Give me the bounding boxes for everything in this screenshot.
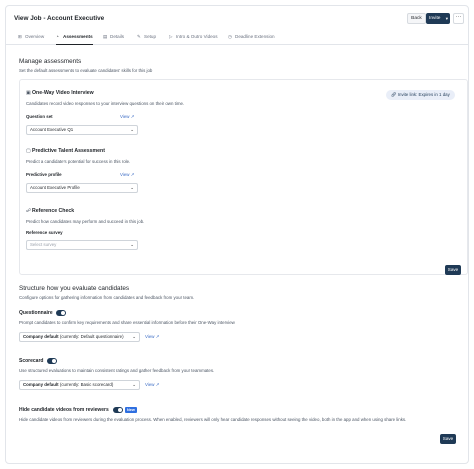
question-set-label: Question set xyxy=(26,114,53,119)
view-link-text: View xyxy=(145,382,155,387)
reference-check-title: ☍Reference Check xyxy=(26,208,74,214)
scorecard-select-default: Company default xyxy=(23,382,59,387)
invite-link-pill[interactable]: 🔗︎ Invite link: Expires in 1 day xyxy=(386,90,455,100)
tab-label: Details xyxy=(110,34,125,39)
new-badge: New xyxy=(125,407,137,413)
invite-link-text: Invite link: Expires in 1 day xyxy=(397,92,450,97)
predictive-assessment-desc: Predict a candidate's potential for succ… xyxy=(26,159,131,164)
questionnaire-toggle[interactable] xyxy=(56,310,66,316)
scorecard-select-current: (currently: Basic scorecard) xyxy=(59,382,114,387)
chevron-down-icon: ⌄ xyxy=(132,382,136,387)
hide-videos-label: Hide candidate videos from reviewers xyxy=(19,407,109,413)
top-bar: View Job - Account Executive Back Invite… xyxy=(6,6,468,30)
gauge-icon: ◔ xyxy=(56,34,59,39)
link-icon: 🔗︎ xyxy=(391,92,398,97)
reference-check-desc: Predict how candidates may perform and s… xyxy=(26,219,145,224)
question-set-value: Account Executive Q1 xyxy=(30,127,74,132)
manage-assessments-title: Manage assessments xyxy=(19,58,82,65)
predictive-title-text: Predictive Talent Assessment xyxy=(32,148,105,154)
tab-label: Overview xyxy=(25,34,45,39)
reference-survey-placeholder: Select survey xyxy=(30,242,57,247)
predictive-profile-label: Predictive profile xyxy=(26,172,62,177)
back-button[interactable]: Back xyxy=(407,13,426,24)
questionnaire-select-current: (currently: Default questionnaire) xyxy=(59,334,124,339)
tab-bar: ⊞ Overview ◔ Assessments ▤ Details ✎ Setup ▷… xyxy=(6,30,468,45)
structure-title: Structure how you evaluate candidates xyxy=(19,285,130,292)
external-link-icon: ↗ xyxy=(155,334,160,339)
view-link-text: View xyxy=(120,172,130,177)
save-structure-button[interactable]: Save xyxy=(440,434,456,444)
view-link-text: View xyxy=(145,334,155,339)
reference-survey-select[interactable]: Select survey ⌄ xyxy=(26,240,138,250)
structure-subtitle: Configure options for gathering informat… xyxy=(19,295,195,300)
page-title: View Job - Account Executive xyxy=(14,15,105,22)
predictive-profile-value: Account Executive Profile xyxy=(30,185,80,190)
scorecard-desc: Use structured evaluations to maintain c… xyxy=(19,368,215,373)
tab-setup[interactable]: ✎ Setup xyxy=(137,34,156,45)
play-icon: ▷ xyxy=(169,34,173,39)
video-interview-title: ▣One-Way Video Interview xyxy=(26,90,94,96)
video-interview-desc: Candidates record video responses to you… xyxy=(26,101,185,106)
chevron-down-icon: ⌄ xyxy=(130,127,134,132)
questionnaire-label: Questionnaire xyxy=(19,310,53,316)
chevron-down-icon: ⌄ xyxy=(132,334,136,339)
tab-overview[interactable]: ⊞ Overview xyxy=(18,34,44,45)
tab-deadline-extension[interactable]: ◷ Deadline Extension xyxy=(228,34,275,45)
scorecard-label: Scorecard xyxy=(19,358,44,364)
tab-details[interactable]: ▤ Details xyxy=(103,34,124,45)
external-link-icon: ↗ xyxy=(155,382,160,387)
scorecard-select[interactable]: Company default (currently: Basic scorec… xyxy=(19,380,140,390)
question-set-view-link[interactable]: View ↗ xyxy=(120,114,134,120)
chevron-down-icon: ⌄ xyxy=(130,242,134,247)
tab-label: Deadline Extension xyxy=(235,34,275,39)
external-link-icon: ↗ xyxy=(130,114,135,119)
predictive-profile-view-link[interactable]: View ↗ xyxy=(120,172,134,178)
scorecard-toggle[interactable] xyxy=(47,358,57,364)
hide-videos-desc: Hide candidate videos from reviewers dur… xyxy=(19,417,407,422)
assessments-card: ▣One-Way Video Interview 🔗︎ Invite link:… xyxy=(19,79,468,275)
questionnaire-select-default: Company default xyxy=(23,334,59,339)
questionnaire-view-link[interactable]: View ↗ xyxy=(145,334,159,340)
tab-label: Intro & Outro Videos xyxy=(176,34,218,39)
document-icon: ▤ xyxy=(103,34,108,39)
tab-label: Setup xyxy=(144,34,157,39)
hide-videos-toggle[interactable] xyxy=(113,407,123,413)
question-set-select[interactable]: Account Executive Q1 ⌄ xyxy=(26,125,138,135)
invite-button-label: Invite xyxy=(429,16,441,21)
scorecard-view-link[interactable]: View ↗ xyxy=(145,382,159,388)
app-window: View Job - Account Executive Back Invite… xyxy=(5,5,469,464)
reference-survey-label: Reference survey xyxy=(26,230,63,235)
save-assessments-button[interactable]: Save xyxy=(445,265,461,275)
tab-label: Assessments xyxy=(63,34,93,39)
overview-icon: ⊞ xyxy=(18,34,22,39)
tab-intro-outro-videos[interactable]: ▷ Intro & Outro Videos xyxy=(169,34,218,45)
predictive-assessment-title: ▢Predictive Talent Assessment xyxy=(26,148,105,154)
tab-assessments[interactable]: ◔ Assessments xyxy=(56,34,93,45)
view-link-text: View xyxy=(120,114,130,119)
chevron-down-icon: ⌄ xyxy=(130,185,134,190)
external-link-icon: ↗ xyxy=(130,172,135,177)
chevron-down-icon: ▾ xyxy=(445,16,448,21)
wrench-icon: ✎ xyxy=(137,34,141,39)
clock-icon: ◷ xyxy=(228,34,233,39)
manage-assessments-subtitle: Set the default assessments to evaluate … xyxy=(19,68,153,73)
reference-title-text: Reference Check xyxy=(32,208,75,214)
video-interview-title-text: One-Way Video Interview xyxy=(32,90,94,96)
predictive-profile-select[interactable]: Account Executive Profile ⌄ xyxy=(26,183,138,193)
questionnaire-select[interactable]: Company default (currently: Default ques… xyxy=(19,332,140,342)
invite-button[interactable]: Invite ▾ xyxy=(426,13,450,24)
questionnaire-desc: Prompt candidates to confirm key require… xyxy=(19,320,235,325)
ellipsis-icon[interactable]: ··· xyxy=(453,13,464,24)
